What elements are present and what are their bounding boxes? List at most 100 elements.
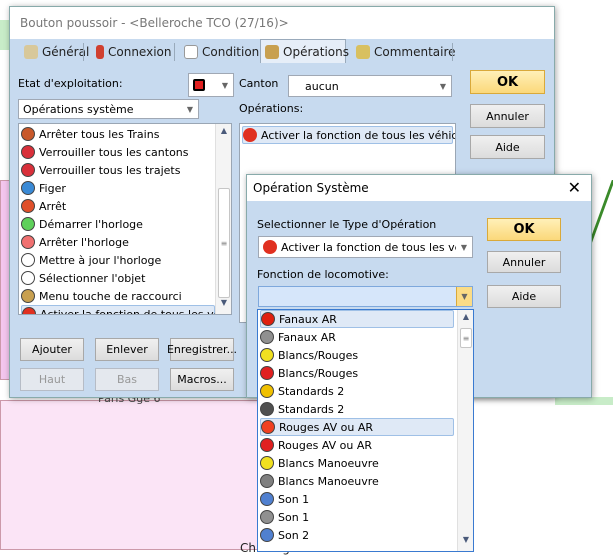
item-label: Blancs/Rouges: [278, 348, 359, 362]
list-item[interactable]: Sélectionner l'objet: [21, 269, 215, 287]
standard-yellow-icon: [260, 384, 274, 398]
loco-function-icon: [263, 240, 277, 254]
power-icon: [21, 199, 35, 213]
function-dropdown-list[interactable]: Son 2 Son 1 Son 1 Blancs Manoeuvre Blancs Ma…: [257, 309, 474, 552]
etat-label: Etat d'exploitation:: [18, 77, 123, 90]
list-item[interactable]: Standards 2: [260, 382, 454, 400]
tab-connexion[interactable]: Connexion: [92, 41, 176, 63]
condition-icon: [184, 45, 198, 59]
type-value: Activer la fonction de tous les véhicule: [281, 240, 473, 254]
remove-button[interactable]: Enlever: [95, 338, 159, 361]
track-cell: [0, 400, 260, 550]
close-icon[interactable]: ✕: [568, 178, 581, 197]
clock-icon: [21, 253, 35, 267]
item-label: Arrêt: [39, 199, 67, 213]
etat-combo[interactable]: ▼: [188, 73, 234, 97]
state-icon: [193, 79, 205, 91]
add-button[interactable]: Ajouter: [20, 338, 84, 361]
clock-stop-icon: [21, 235, 35, 249]
plug-icon: [96, 45, 104, 59]
scrollbar[interactable]: ▲ ≡ ▼: [215, 124, 231, 314]
scrollbar[interactable]: ▲ ≡ ▼: [457, 310, 473, 551]
keyboard-icon: [265, 44, 279, 59]
list-item[interactable]: Rouges AV ou AR: [260, 418, 454, 436]
type-combo[interactable]: Activer la fonction de tous les véhicule…: [258, 236, 473, 258]
list-item[interactable]: Arrêter tous les Trains: [21, 125, 215, 143]
lock-blocks-icon: [21, 145, 35, 159]
general-icon: [24, 45, 38, 59]
list-item[interactable]: Arrêt: [21, 197, 215, 215]
list-item[interactable]: Fanaux AR: [260, 328, 454, 346]
red-lights-icon: [261, 420, 275, 434]
macros-button[interactable]: Macros...: [170, 368, 234, 391]
sound-blue-icon: [260, 528, 274, 542]
light-yellow-icon: [260, 348, 274, 362]
item-label: Figer: [39, 181, 66, 195]
cancel-button[interactable]: Annuler: [487, 251, 561, 273]
item-label: Verrouiller tous les cantons: [39, 145, 189, 159]
tab-divider: [83, 43, 84, 61]
function-combo[interactable]: ▼: [258, 286, 473, 307]
list-item[interactable]: Blancs/Rouges: [260, 346, 454, 364]
list-item[interactable]: Mettre à jour l'horloge: [21, 251, 215, 269]
item-label: Standards 2: [278, 384, 345, 398]
scroll-thumb[interactable]: ≡: [460, 328, 472, 348]
canton-combo[interactable]: aucun ▼: [288, 75, 452, 97]
loco-function-icon: [22, 307, 36, 314]
scroll-up-icon[interactable]: ▲: [216, 126, 231, 140]
list-item[interactable]: Menu touche de raccourci: [21, 287, 215, 305]
system-operations-list[interactable]: Activer la fonction de tous les véhicul M…: [18, 123, 232, 315]
tab-commentaire[interactable]: Commentaire: [352, 41, 460, 63]
tab-divider: [452, 43, 453, 61]
list-item[interactable]: Blancs Manoeuvre: [260, 472, 454, 490]
list-item[interactable]: Activer la fonction de tous les véhicule…: [242, 126, 455, 144]
list-item[interactable]: Blancs Manoeuvre: [260, 454, 454, 472]
tab-label: Connexion: [108, 45, 172, 59]
tab-condition[interactable]: Condition: [180, 41, 263, 63]
item-label: Rouges AV ou AR: [279, 420, 374, 434]
list-item[interactable]: Figer: [21, 179, 215, 197]
cancel-button[interactable]: Annuler: [470, 104, 545, 128]
scroll-up-icon[interactable]: ▲: [458, 312, 473, 326]
list-item[interactable]: Standards 2: [260, 400, 454, 418]
list-item[interactable]: Arrêter l'horloge: [21, 233, 215, 251]
move-up-button[interactable]: Haut: [20, 368, 84, 391]
help-button[interactable]: Aide: [487, 285, 561, 308]
list-item[interactable]: Activer la fonction de tous les véhicul: [21, 305, 231, 314]
loco-function-icon: [243, 128, 257, 142]
lock-routes-icon: [21, 163, 35, 177]
cursor-icon: [21, 271, 35, 285]
tab-divider: [174, 43, 175, 61]
ok-button[interactable]: OK: [470, 70, 545, 94]
list-item[interactable]: Son 2: [260, 526, 454, 544]
scroll-down-icon[interactable]: ▼: [216, 298, 231, 312]
list-item[interactable]: Verrouiller tous les cantons: [21, 143, 215, 161]
item-label: Son 1: [278, 492, 310, 506]
help-button[interactable]: Aide: [470, 135, 545, 159]
scroll-down-icon[interactable]: ▼: [458, 535, 473, 549]
save-button[interactable]: Enregistrer...: [167, 338, 237, 361]
list-item[interactable]: Blancs/Rouges: [260, 364, 454, 382]
ok-button[interactable]: OK: [487, 218, 561, 241]
item-label: Arrêter l'horloge: [39, 235, 129, 249]
light-red-icon: [260, 366, 274, 380]
item-label: Menu touche de raccourci: [39, 289, 182, 303]
list-item[interactable]: Fanaux AR: [260, 310, 454, 328]
tab-label: Commentaire: [374, 45, 456, 59]
sound-blue-icon: [260, 492, 274, 506]
list-item[interactable]: Son 1: [260, 490, 454, 508]
list-item[interactable]: Démarrer l'horloge: [21, 215, 215, 233]
tab-operations[interactable]: Opérations: [260, 39, 349, 63]
list-item[interactable]: Rouges AV ou AR: [260, 436, 454, 454]
item-label: Rouges AV ou AR: [278, 438, 373, 452]
move-down-button[interactable]: Bas: [95, 368, 159, 391]
list-item[interactable]: Son 1: [260, 508, 454, 526]
item-label: Blancs Manoeuvre: [278, 474, 379, 488]
item-label: Sélectionner l'objet: [39, 271, 146, 285]
list-item[interactable]: Verrouiller tous les trajets: [21, 161, 215, 179]
category-combo[interactable]: Opérations système ▼: [18, 99, 199, 119]
item-label: Son 2: [278, 528, 310, 542]
item-label: Fanaux AR: [279, 312, 337, 326]
scroll-thumb[interactable]: ≡: [218, 188, 230, 298]
lamp-grey-icon: [260, 330, 274, 344]
